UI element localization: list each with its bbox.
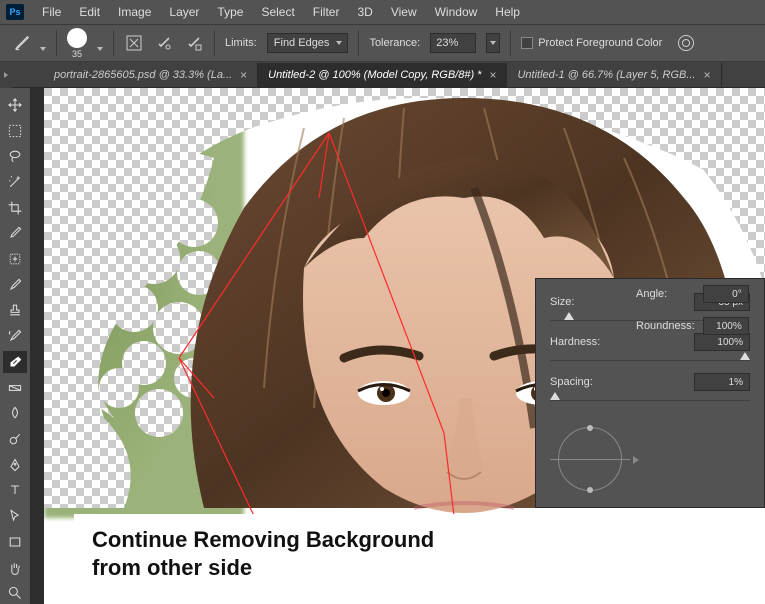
hand-tool[interactable] xyxy=(3,557,27,579)
app-logo: Ps xyxy=(6,4,24,20)
brush-preview-icon xyxy=(67,28,87,48)
hardness-label: Hardness: xyxy=(550,336,600,348)
protect-foreground-label: Protect Foreground Color xyxy=(538,37,662,49)
path-select-tool[interactable] xyxy=(3,505,27,527)
tab-document-3[interactable]: Untitled-1 @ 66.7% (Layer 5, RGB... × xyxy=(507,63,721,87)
tab-document-1[interactable]: portrait-2865605.psd @ 33.3% (La... × xyxy=(44,63,258,87)
move-tool[interactable] xyxy=(3,94,27,116)
brush-size-label: 35 xyxy=(72,49,82,59)
divider xyxy=(358,30,359,56)
sampling-swatch-icon[interactable] xyxy=(184,33,204,53)
menu-select[interactable]: Select xyxy=(253,2,302,22)
limits-label: Limits: xyxy=(225,37,257,49)
spacing-label: Spacing: xyxy=(550,376,593,388)
caption-line-2: from other side xyxy=(92,555,252,580)
divider xyxy=(510,30,511,56)
tab-document-2[interactable]: Untitled-2 @ 100% (Model Copy, RGB/8#) *… xyxy=(258,63,507,87)
tab-label: Untitled-2 @ 100% (Model Copy, RGB/8#) * xyxy=(268,69,481,81)
options-bar: 35 Limits: Find Edges Tolerance: 23% Pro… xyxy=(0,24,765,62)
menu-window[interactable]: Window xyxy=(427,2,486,22)
sampling-continuous-icon[interactable] xyxy=(124,33,144,53)
tolerance-label: Tolerance: xyxy=(369,37,420,49)
divider xyxy=(113,30,114,56)
dodge-tool[interactable] xyxy=(3,428,27,450)
menu-help[interactable]: Help xyxy=(487,2,528,22)
lasso-tool[interactable] xyxy=(3,145,27,167)
tolerance-input[interactable]: 23% xyxy=(430,33,476,53)
history-brush-tool[interactable] xyxy=(3,325,27,347)
sampling-once-icon[interactable] xyxy=(154,33,174,53)
spacing-input[interactable]: 1% xyxy=(694,373,750,391)
chevron-down-icon[interactable] xyxy=(97,47,103,51)
brush-settings-panel: Size: 35 px Hardness: 100% Spacing: 1% A… xyxy=(535,278,765,508)
tool-preset-picker[interactable] xyxy=(8,31,36,55)
type-tool[interactable] xyxy=(3,480,27,502)
stamp-tool[interactable] xyxy=(3,300,27,322)
eyedropper-tool[interactable] xyxy=(3,223,27,245)
crop-tool[interactable] xyxy=(3,197,27,219)
toolbox xyxy=(0,88,30,604)
chevron-down-icon[interactable] xyxy=(40,47,46,51)
close-icon[interactable]: × xyxy=(704,68,711,82)
tab-label: Untitled-1 @ 66.7% (Layer 5, RGB... xyxy=(517,69,695,81)
menu-image[interactable]: Image xyxy=(110,2,159,22)
menu-filter[interactable]: Filter xyxy=(305,2,348,22)
angle-input[interactable]: 0° xyxy=(703,285,749,303)
protect-foreground-checkbox[interactable]: Protect Foreground Color xyxy=(521,37,662,49)
close-icon[interactable]: × xyxy=(240,68,247,82)
menu-file[interactable]: File xyxy=(34,2,69,22)
tolerance-stepper[interactable] xyxy=(486,33,500,53)
document-tabs: portrait-2865605.psd @ 33.3% (La... × Un… xyxy=(0,62,765,88)
blur-tool[interactable] xyxy=(3,402,27,424)
caption-line-1: Continue Removing Background xyxy=(92,527,434,552)
zoom-tool[interactable] xyxy=(3,582,27,604)
brush-tool[interactable] xyxy=(3,274,27,296)
tutorial-caption: Continue Removing Background from other … xyxy=(74,514,765,604)
menu-type[interactable]: Type xyxy=(209,2,251,22)
divider xyxy=(56,30,57,56)
marquee-tool[interactable] xyxy=(3,120,27,142)
gradient-tool[interactable] xyxy=(3,377,27,399)
pressure-target-icon[interactable] xyxy=(678,35,694,51)
heal-tool[interactable] xyxy=(3,248,27,270)
menu-bar: Ps File Edit Image Layer Type Select Fil… xyxy=(0,0,765,24)
menu-view[interactable]: View xyxy=(383,2,425,22)
brush-preset-picker[interactable]: 35 xyxy=(67,28,87,59)
checkbox-icon xyxy=(521,37,533,49)
menu-edit[interactable]: Edit xyxy=(71,2,108,22)
background-eraser-tool[interactable] xyxy=(3,351,27,373)
close-icon[interactable]: × xyxy=(489,68,496,82)
spacing-slider[interactable] xyxy=(550,395,750,401)
hardness-slider[interactable] xyxy=(550,355,750,361)
menu-3d[interactable]: 3D xyxy=(349,2,380,22)
canvas-area: Continue Removing Background from other … xyxy=(30,88,765,604)
divider xyxy=(214,30,215,56)
tab-label: portrait-2865605.psd @ 33.3% (La... xyxy=(54,69,232,81)
limits-dropdown[interactable]: Find Edges xyxy=(267,33,349,53)
panel-expand-strip[interactable] xyxy=(0,62,12,88)
size-label: Size: xyxy=(550,296,574,308)
roundness-label: Roundness: xyxy=(636,320,695,332)
angle-label: Angle: xyxy=(636,288,667,300)
rectangle-tool[interactable] xyxy=(3,531,27,553)
pen-tool[interactable] xyxy=(3,454,27,476)
magic-wand-tool[interactable] xyxy=(3,171,27,193)
angle-widget[interactable] xyxy=(550,419,630,499)
roundness-input[interactable]: 100% xyxy=(703,317,749,335)
menu-layer[interactable]: Layer xyxy=(161,2,207,22)
